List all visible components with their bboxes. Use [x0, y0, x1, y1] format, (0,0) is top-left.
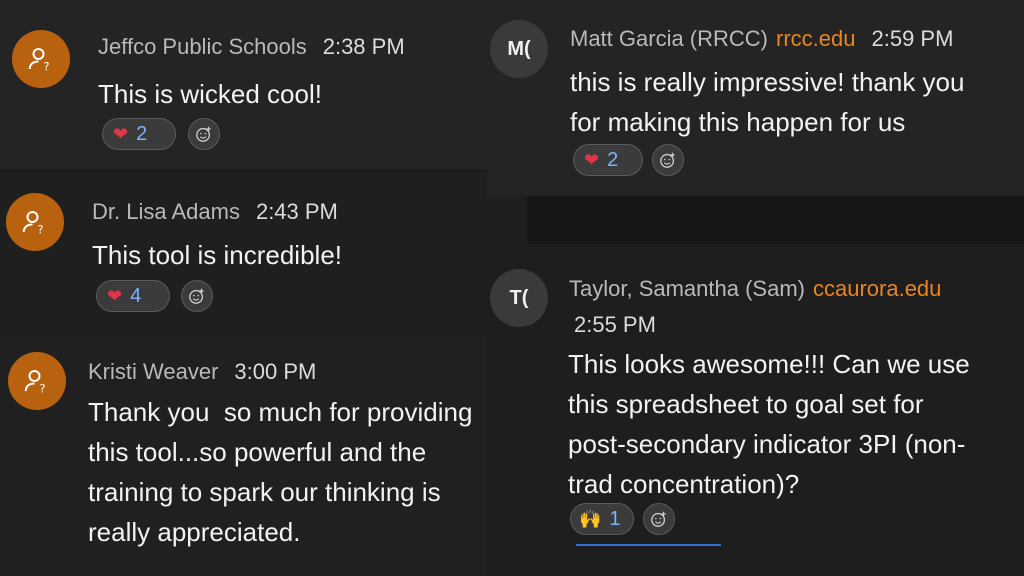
message-text: This tool is incredible! — [92, 235, 342, 275]
raised-hands-icon: 🙌 — [579, 508, 602, 529]
heart-icon: ❤ — [584, 149, 600, 170]
unknown-user-icon: ? — [24, 370, 46, 395]
svg-text:?: ? — [38, 223, 44, 236]
add-reaction-button[interactable] — [652, 144, 684, 176]
message-line: This looks awesome!!! Can we use — [568, 349, 970, 379]
timestamp: 2:55 PM — [574, 312, 656, 337]
author-name[interactable]: Taylor, Samantha (Sam) — [569, 276, 805, 301]
svg-text:?: ? — [40, 382, 46, 395]
message-line: trad concentration)? — [568, 469, 800, 499]
author-name[interactable]: Dr. Lisa Adams — [92, 199, 240, 224]
reaction-heart[interactable]: ❤ 4 — [96, 280, 170, 312]
avatar[interactable]: ? — [6, 193, 64, 251]
unknown-user-icon: ? — [28, 48, 50, 73]
reaction-count: 2 — [136, 122, 148, 145]
message-line: this is really impressive! thank you — [570, 67, 965, 97]
heart-icon: ❤ — [113, 123, 129, 144]
author-name[interactable]: Matt Garcia (RRCC) — [570, 26, 768, 51]
add-reaction-button[interactable] — [643, 503, 675, 535]
avatar[interactable]: T( — [490, 269, 548, 327]
reaction-count: 1 — [609, 507, 621, 530]
message-line: training to spark our thinking is — [88, 477, 441, 507]
message-line: for making this happen for us — [570, 107, 906, 137]
add-reaction-button[interactable] — [181, 280, 213, 312]
message-header: Kristi Weaver 3:00 PM — [88, 359, 316, 385]
message-header-time: 2:55 PM — [560, 312, 656, 338]
message-text: Thank you so much for providing this too… — [88, 392, 472, 552]
message-header: Taylor, Samantha (Sam) ccaurora.edu — [569, 276, 941, 302]
add-reaction-icon — [660, 152, 675, 168]
heart-icon: ❤ — [107, 285, 123, 306]
reaction-raised-hands[interactable]: 🙌 1 — [570, 503, 634, 535]
message-line: this tool...so powerful and the — [88, 437, 427, 467]
unknown-user-icon: ? — [22, 211, 44, 236]
add-reaction-icon — [189, 288, 204, 304]
add-reaction-button[interactable] — [188, 118, 220, 150]
message-panel — [527, 196, 1024, 244]
reaction-heart[interactable]: ❤ 2 — [573, 144, 643, 176]
message-line: Thank you so much for providing — [88, 397, 473, 427]
author-domain: ccaurora.edu — [812, 276, 942, 301]
message-line: This is wicked cool! — [98, 79, 322, 109]
author-name[interactable]: Kristi Weaver — [88, 359, 218, 384]
message-text: this is really impressive! thank you for… — [570, 62, 964, 142]
svg-text:?: ? — [44, 60, 50, 73]
author-name[interactable]: Jeffco Public Schools — [98, 34, 307, 59]
message-header: Matt Garcia (RRCC) rrcc.edu 2:59 PM — [570, 26, 953, 52]
message-text: This looks awesome!!! Can we use this sp… — [568, 344, 970, 504]
timestamp: 3:00 PM — [234, 359, 317, 384]
timestamp: 2:59 PM — [871, 26, 954, 51]
reaction-count: 4 — [130, 284, 142, 307]
avatar[interactable]: ? — [12, 30, 70, 88]
add-reaction-icon — [651, 511, 666, 527]
avatar[interactable]: ? — [8, 352, 66, 410]
focus-underline — [576, 544, 721, 546]
message-line: this spreadsheet to goal set for — [568, 389, 924, 419]
message-line: This tool is incredible! — [92, 240, 342, 270]
timestamp: 2:43 PM — [255, 199, 338, 224]
timestamp: 2:38 PM — [322, 34, 405, 59]
avatar[interactable]: M( — [490, 20, 548, 78]
message-header: Dr. Lisa Adams 2:43 PM — [92, 199, 338, 225]
author-domain: rrcc.edu — [776, 26, 856, 51]
message-line: really appreciated. — [88, 517, 301, 547]
message-line: post-secondary indicator 3PI (non- — [568, 429, 966, 459]
reaction-count: 2 — [607, 148, 619, 171]
add-reaction-icon — [196, 126, 211, 142]
reaction-heart[interactable]: ❤ 2 — [102, 118, 176, 150]
message-text: This is wicked cool! — [98, 74, 322, 114]
message-header: Jeffco Public Schools 2:38 PM — [98, 34, 405, 60]
